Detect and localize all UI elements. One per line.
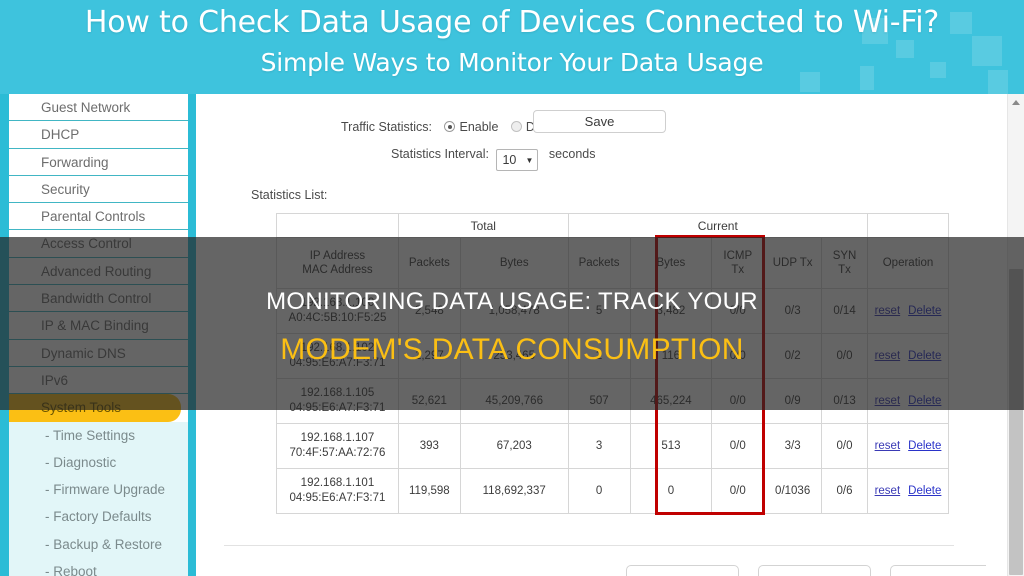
cell-total-packets: 119,598 bbox=[397, 468, 461, 514]
traffic-statistics-label: Traffic Statistics: bbox=[341, 120, 432, 134]
cell-syn-tx: 0/6 bbox=[821, 468, 868, 514]
table-row: 192.168.1.101 04:95:E6:A7:F3:71 119,598 … bbox=[276, 468, 950, 514]
chevron-down-icon: ▼ bbox=[525, 156, 534, 165]
cell-icmp-tx: 0/0 bbox=[711, 468, 765, 514]
banner-title: How to Check Data Usage of Devices Conne… bbox=[84, 5, 940, 40]
table-row: 192.168.1.107 70:4F:57:AA:72:76 393 67,2… bbox=[276, 423, 950, 469]
seconds-label: seconds bbox=[548, 147, 596, 161]
cell-ip: 192.168.1.101 bbox=[300, 477, 375, 489]
interval-select-value: 10 bbox=[502, 153, 517, 167]
cell-address: 192.168.1.101 04:95:E6:A7:F3:71 bbox=[276, 468, 399, 514]
reset-link[interactable]: reset bbox=[875, 485, 901, 497]
cell-total-bytes: 67,203 bbox=[459, 423, 569, 469]
cell-current-bytes: 513 bbox=[629, 423, 713, 469]
cell-syn-tx: 0/0 bbox=[821, 423, 868, 469]
save-button[interactable]: Save bbox=[533, 110, 666, 133]
cell-current-packets: 0 bbox=[567, 468, 631, 514]
cell-mac: 70:4F:57:AA:72:76 bbox=[289, 447, 386, 459]
group-header-blank bbox=[276, 213, 399, 238]
banner-subtitle: Simple Ways to Monitor Your Data Usage bbox=[260, 48, 764, 77]
reset-link[interactable]: reset bbox=[875, 440, 901, 452]
radio-enable-label: Enable bbox=[459, 120, 499, 134]
chevron-up-icon bbox=[1012, 100, 1020, 105]
group-header-total: Total bbox=[397, 213, 569, 238]
cell-operation: reset Delete bbox=[866, 468, 950, 514]
cell-ip: 192.168.1.107 bbox=[300, 432, 375, 444]
cell-address: 192.168.1.107 70:4F:57:AA:72:76 bbox=[276, 423, 399, 469]
table-group-header-row: Total Current bbox=[276, 213, 950, 238]
cell-current-packets: 3 bbox=[567, 423, 631, 469]
statistics-interval-row: Statistics Interval: 10 ▼ seconds bbox=[391, 147, 595, 171]
interval-select[interactable]: 10 ▼ bbox=[496, 149, 539, 171]
statistics-list-label: Statistics List: bbox=[251, 188, 328, 202]
bottom-button-2[interactable] bbox=[758, 565, 871, 576]
sidebar-subitem-factory-defaults[interactable]: - Factory Defaults bbox=[9, 503, 188, 530]
scroll-up-button[interactable] bbox=[1008, 94, 1024, 111]
cell-mac: 04:95:E6:A7:F3:71 bbox=[289, 492, 386, 504]
cell-udp-tx: 3/3 bbox=[763, 423, 823, 469]
bottom-button-1[interactable] bbox=[626, 565, 739, 576]
content-divider bbox=[224, 545, 954, 546]
caption-line-2: MODEM'S DATA CONSUMPTION bbox=[280, 333, 744, 366]
sidebar-subitem-time-settings[interactable]: - Time Settings bbox=[9, 422, 188, 449]
sidebar-subitem-backup-restore[interactable]: - Backup & Restore bbox=[9, 531, 188, 558]
sidebar-item-guest-network[interactable]: Guest Network bbox=[9, 94, 188, 122]
cell-total-packets: 393 bbox=[397, 423, 461, 469]
radio-disable[interactable] bbox=[510, 121, 522, 132]
sidebar-subitem-firmware-upgrade[interactable]: - Firmware Upgrade bbox=[9, 476, 188, 503]
cell-udp-tx: 0/1036 bbox=[763, 468, 823, 514]
sidebar-subitem-diagnostic[interactable]: - Diagnostic bbox=[9, 449, 188, 476]
radio-enable[interactable] bbox=[444, 121, 456, 132]
caption-line-1: MONITORING DATA USAGE: TRACK YOUR bbox=[266, 288, 758, 315]
delete-link[interactable]: Delete bbox=[908, 440, 941, 452]
cell-total-bytes: 118,692,337 bbox=[459, 468, 569, 514]
sidebar-subitem-reboot[interactable]: - Reboot bbox=[9, 558, 188, 576]
delete-link[interactable]: Delete bbox=[908, 485, 941, 497]
sidebar-submenu-system-tools: - Time Settings - Diagnostic - Firmware … bbox=[9, 421, 188, 576]
group-header-blank2 bbox=[866, 213, 950, 238]
sidebar-item-parental-controls[interactable]: Parental Controls bbox=[9, 203, 188, 231]
sidebar-item-forwarding[interactable]: Forwarding bbox=[9, 148, 188, 176]
screenshot-root: How to Check Data Usage of Devices Conne… bbox=[0, 0, 1024, 576]
bottom-button-3[interactable] bbox=[890, 565, 986, 576]
sidebar-item-security[interactable]: Security bbox=[9, 175, 188, 204]
group-header-current: Current bbox=[567, 213, 868, 238]
sidebar-item-dhcp[interactable]: DHCP bbox=[9, 121, 188, 149]
caption-overlay-band bbox=[0, 237, 1024, 410]
cell-operation: reset Delete bbox=[866, 423, 950, 469]
cell-icmp-tx: 0/0 bbox=[711, 423, 765, 469]
cell-current-bytes: 0 bbox=[629, 468, 713, 514]
article-banner: How to Check Data Usage of Devices Conne… bbox=[0, 0, 1024, 94]
statistics-interval-label: Statistics Interval: bbox=[391, 147, 489, 161]
